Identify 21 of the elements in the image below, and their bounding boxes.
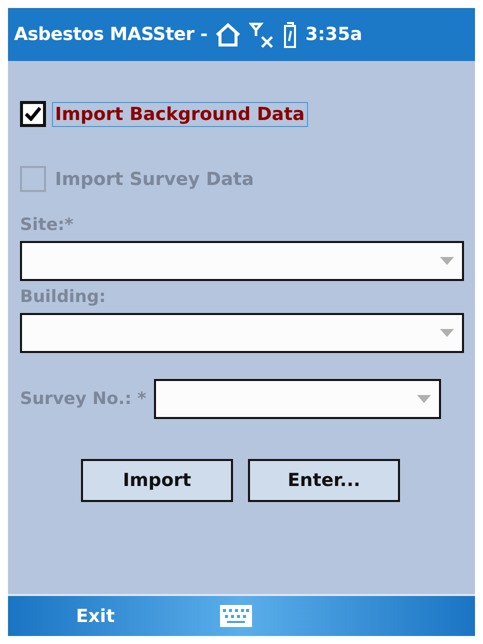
dropdown-arrow-icon: [440, 329, 454, 337]
field-label: Building:: [20, 287, 107, 307]
dropdown-arrow-icon: [440, 257, 454, 265]
checkbox[interactable]: [20, 101, 46, 127]
dropdown-field[interactable]: [154, 379, 442, 419]
window-title: Asbestos MASSter -: [14, 24, 208, 45]
dropdown-arrow-icon: [417, 395, 432, 403]
signal-off-icon[interactable]: [249, 22, 276, 48]
action-button[interactable]: Enter...: [248, 459, 400, 502]
home-icon[interactable]: [215, 22, 242, 46]
checkbox-label[interactable]: Import Background Data: [52, 102, 308, 126]
clock-time[interactable]: 3:35a: [305, 24, 362, 45]
dropdown-field[interactable]: [20, 241, 464, 281]
field-label: Site:*: [20, 215, 74, 235]
check-icon: [25, 107, 41, 121]
field-label: Survey No.: *: [20, 389, 146, 409]
action-button[interactable]: Import: [81, 459, 233, 502]
keyboard-icon[interactable]: [220, 605, 252, 627]
exit-button[interactable]: Exit: [76, 606, 115, 626]
dropdown-field[interactable]: [20, 313, 464, 353]
battery-icon[interactable]: [283, 22, 298, 48]
